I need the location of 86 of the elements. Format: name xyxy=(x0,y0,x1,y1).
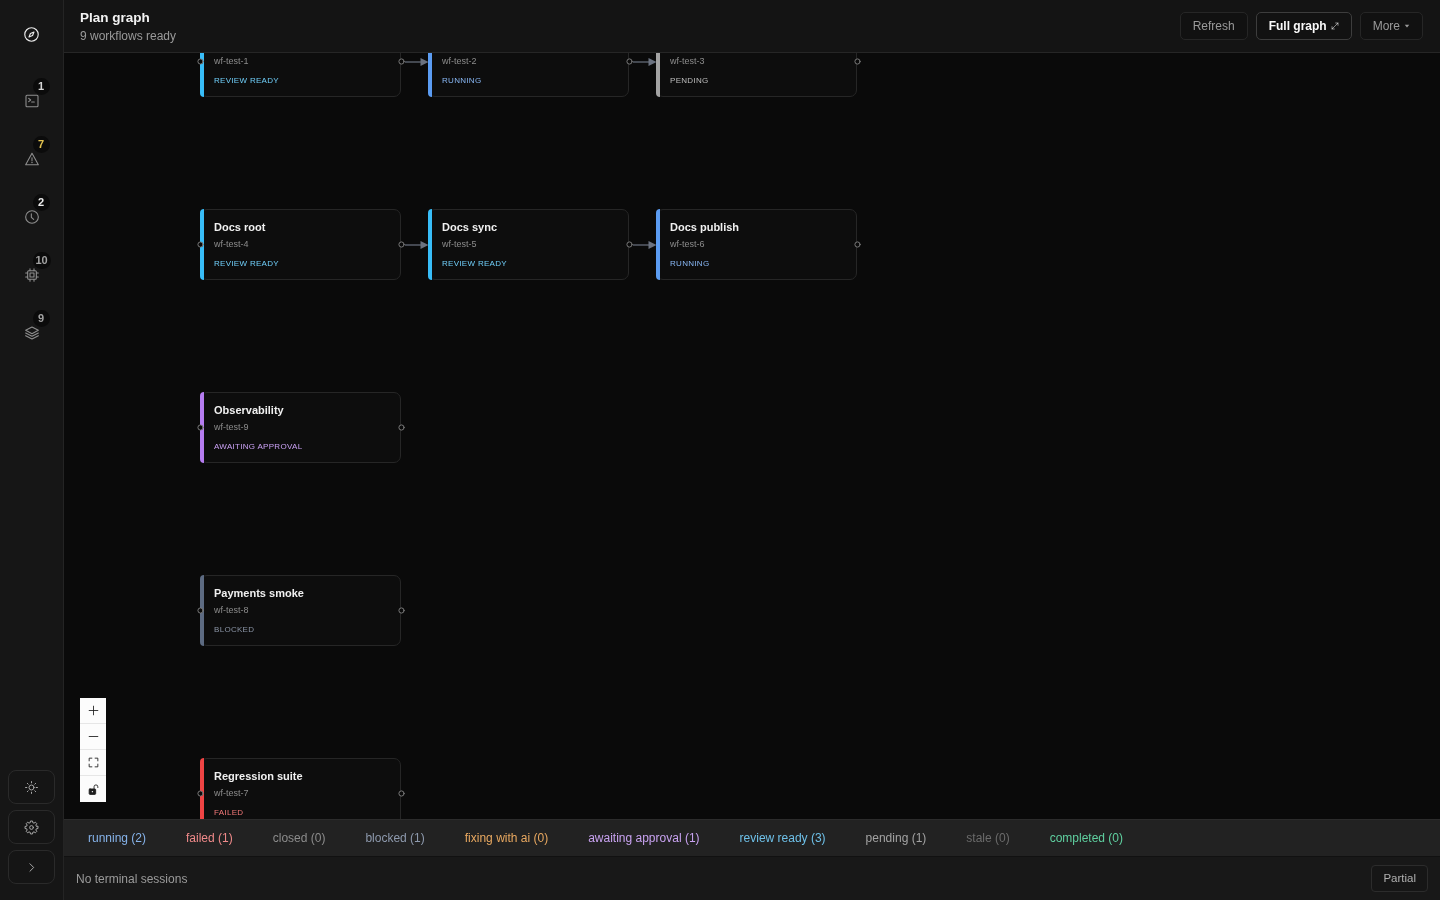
node-status: FAILED xyxy=(214,807,245,818)
handle-icon[interactable] xyxy=(397,58,405,65)
workflow-node[interactable]: Docs sync wf-test-5 REVIEW READY xyxy=(428,209,629,280)
handle-icon[interactable] xyxy=(397,607,405,614)
node-title: Docs sync xyxy=(442,220,499,234)
node-title: Docs publish xyxy=(670,220,741,234)
status-filter[interactable]: running (2) xyxy=(88,830,147,846)
workflow-node[interactable]: Regression suite wf-test-7 FAILED xyxy=(200,758,401,819)
settings-icon xyxy=(24,819,39,835)
toolbar-button[interactable]: More xyxy=(1359,12,1423,40)
node-status: REVIEW READY xyxy=(214,258,280,269)
count-badge: 2 xyxy=(32,194,50,211)
node-title: Observability xyxy=(214,403,285,417)
clock-icon[interactable] xyxy=(23,209,40,225)
node-status: AWAITING APPROVAL xyxy=(214,441,304,452)
status-filter[interactable]: failed (1) xyxy=(186,830,233,846)
node-id: wf-test-3 xyxy=(670,55,706,67)
layers-icon[interactable] xyxy=(23,325,40,341)
warning-icon[interactable] xyxy=(23,151,40,167)
node-id: wf-test-7 xyxy=(214,787,250,799)
node-title: Regression suite xyxy=(214,769,304,783)
workflow-node[interactable]: Payments smoke wf-test-8 BLOCKED xyxy=(200,575,401,646)
handle-icon[interactable] xyxy=(196,58,204,65)
compass-icon[interactable] xyxy=(23,25,40,43)
partial-button[interactable]: Partial xyxy=(1371,865,1428,892)
handle-icon[interactable] xyxy=(196,241,204,248)
status-filter[interactable]: closed (0) xyxy=(272,830,326,846)
terminal-status-text: No terminal sessions xyxy=(76,870,188,888)
node-id: wf-test-5 xyxy=(442,238,478,250)
unlocked-padlock-icon xyxy=(86,782,100,796)
node-id: wf-test-9 xyxy=(214,421,250,433)
status-filter[interactable]: awaiting approval (1) xyxy=(588,830,700,846)
status-filter[interactable]: review ready (3) xyxy=(739,830,826,846)
handle-icon[interactable] xyxy=(853,241,861,248)
workflow-node[interactable]: Docs root wf-test-4 REVIEW READY xyxy=(200,209,401,280)
count-badge: 10 xyxy=(32,252,51,269)
node-status: PENDING xyxy=(670,75,710,86)
handle-icon[interactable] xyxy=(397,241,405,248)
handle-icon[interactable] xyxy=(397,424,405,431)
settings-button[interactable] xyxy=(8,810,55,844)
handle-icon[interactable] xyxy=(196,424,204,431)
workflow-node[interactable]: wf-test-1 REVIEW READY xyxy=(200,53,401,97)
page-title: Plan graph xyxy=(80,10,151,26)
handle-icon[interactable] xyxy=(397,790,405,797)
node-status: REVIEW READY xyxy=(442,258,508,269)
status-filter[interactable]: blocked (1) xyxy=(365,830,425,846)
node-id: wf-test-1 xyxy=(214,55,250,67)
node-status: REVIEW READY xyxy=(214,75,280,86)
node-status: BLOCKED xyxy=(214,624,256,635)
caret-icon xyxy=(1404,23,1410,29)
node-id: wf-test-2 xyxy=(442,55,478,67)
workflow-node[interactable]: wf-test-3 PENDING xyxy=(656,53,857,97)
fullscreen-icon xyxy=(86,756,100,769)
node-status: RUNNING xyxy=(442,75,483,86)
toolbar-button[interactable]: Full graph xyxy=(1255,12,1352,40)
expand-icon xyxy=(1330,22,1339,30)
status-filter[interactable]: pending (1) xyxy=(865,830,927,846)
handle-icon[interactable] xyxy=(625,241,633,248)
sun-icon xyxy=(24,779,39,795)
workflow-node[interactable]: Docs publish wf-test-6 RUNNING xyxy=(656,209,857,280)
theme-toggle-button[interactable] xyxy=(8,770,55,804)
node-status: RUNNING xyxy=(670,258,711,269)
handle-icon[interactable] xyxy=(196,790,204,797)
workflow-node[interactable]: Observability wf-test-9 AWAITING APPROVAL xyxy=(200,392,401,463)
fit-view-button[interactable] xyxy=(80,750,106,776)
status-filter[interactable]: fixing with ai (0) xyxy=(464,830,549,846)
node-title: Docs root xyxy=(214,220,267,234)
toolbar-button[interactable]: Refresh xyxy=(1179,12,1248,40)
workflow-node[interactable]: wf-test-2 RUNNING xyxy=(428,53,629,97)
plus-icon xyxy=(86,704,100,717)
node-title: Payments smoke xyxy=(214,586,305,600)
handle-icon[interactable] xyxy=(853,58,861,65)
zoom-in-button[interactable] xyxy=(80,698,106,724)
count-badge: 7 xyxy=(32,136,50,153)
lock-button[interactable] xyxy=(80,776,106,802)
page-subtitle: 9 workflows ready xyxy=(80,28,177,44)
handle-icon[interactable] xyxy=(625,58,633,65)
node-id: wf-test-6 xyxy=(670,238,706,250)
handle-icon[interactable] xyxy=(196,607,204,614)
node-id: wf-test-4 xyxy=(214,238,250,250)
count-badge: 9 xyxy=(32,310,50,327)
chip-icon[interactable] xyxy=(23,267,40,283)
count-badge: 1 xyxy=(32,78,50,95)
node-id: wf-test-8 xyxy=(214,604,250,616)
status-filter[interactable]: completed (0) xyxy=(1049,830,1124,846)
terminal-icon[interactable] xyxy=(23,93,40,109)
